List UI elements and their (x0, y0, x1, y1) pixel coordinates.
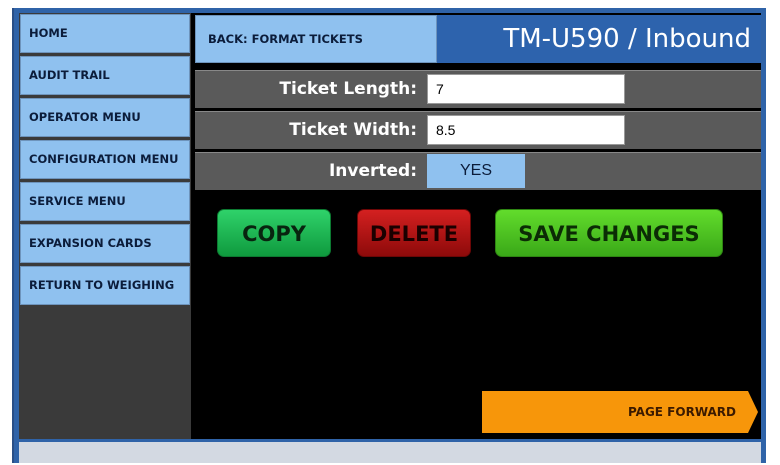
sidebar-item-configuration-menu[interactable]: CONFIGURATION MENU (20, 140, 190, 179)
back-format-tickets-button[interactable]: BACK: FORMAT TICKETS (195, 15, 437, 63)
main-panel: BACK: FORMAT TICKETS TM-U590 / Inbound T… (195, 13, 761, 439)
inverted-toggle[interactable]: YES (427, 154, 525, 188)
ticket-width-input[interactable]: 8.5 (427, 115, 625, 145)
ticket-length-input[interactable]: 7 (427, 74, 625, 104)
inverted-label: Inverted: (328, 161, 417, 181)
ticket-width-label: Ticket Width: (289, 120, 417, 140)
status-bar (19, 442, 761, 463)
sidebar: HOME AUDIT TRAIL OPERATOR MENU CONFIGURA… (19, 13, 191, 439)
delete-button[interactable]: DELETE (357, 209, 471, 257)
content-area: HOME AUDIT TRAIL OPERATOR MENU CONFIGURA… (19, 13, 761, 439)
sidebar-item-expansion-cards[interactable]: EXPANSION CARDS (20, 224, 190, 263)
inverted-row: Inverted: YES (195, 152, 761, 190)
sidebar-item-operator-menu[interactable]: OPERATOR MENU (20, 98, 190, 137)
page-forward-arrow-icon (748, 391, 758, 433)
save-changes-button[interactable]: SAVE CHANGES (495, 209, 723, 257)
sidebar-item-service-menu[interactable]: SERVICE MENU (20, 182, 190, 221)
sidebar-item-return-to-weighing[interactable]: RETURN TO WEIGHING (20, 266, 190, 305)
page-forward-button[interactable]: PAGE FORWARD (482, 391, 748, 433)
app-window: HOME AUDIT TRAIL OPERATOR MENU CONFIGURA… (12, 8, 766, 463)
ticket-length-row: Ticket Length: 7 (195, 70, 761, 108)
sidebar-item-audit-trail[interactable]: AUDIT TRAIL (20, 56, 190, 95)
ticket-width-row: Ticket Width: 8.5 (195, 111, 761, 149)
ticket-length-label: Ticket Length: (279, 79, 417, 99)
sidebar-item-home[interactable]: HOME (20, 14, 190, 53)
page-title: TM-U590 / Inbound (437, 15, 761, 63)
copy-button[interactable]: COPY (217, 209, 331, 257)
